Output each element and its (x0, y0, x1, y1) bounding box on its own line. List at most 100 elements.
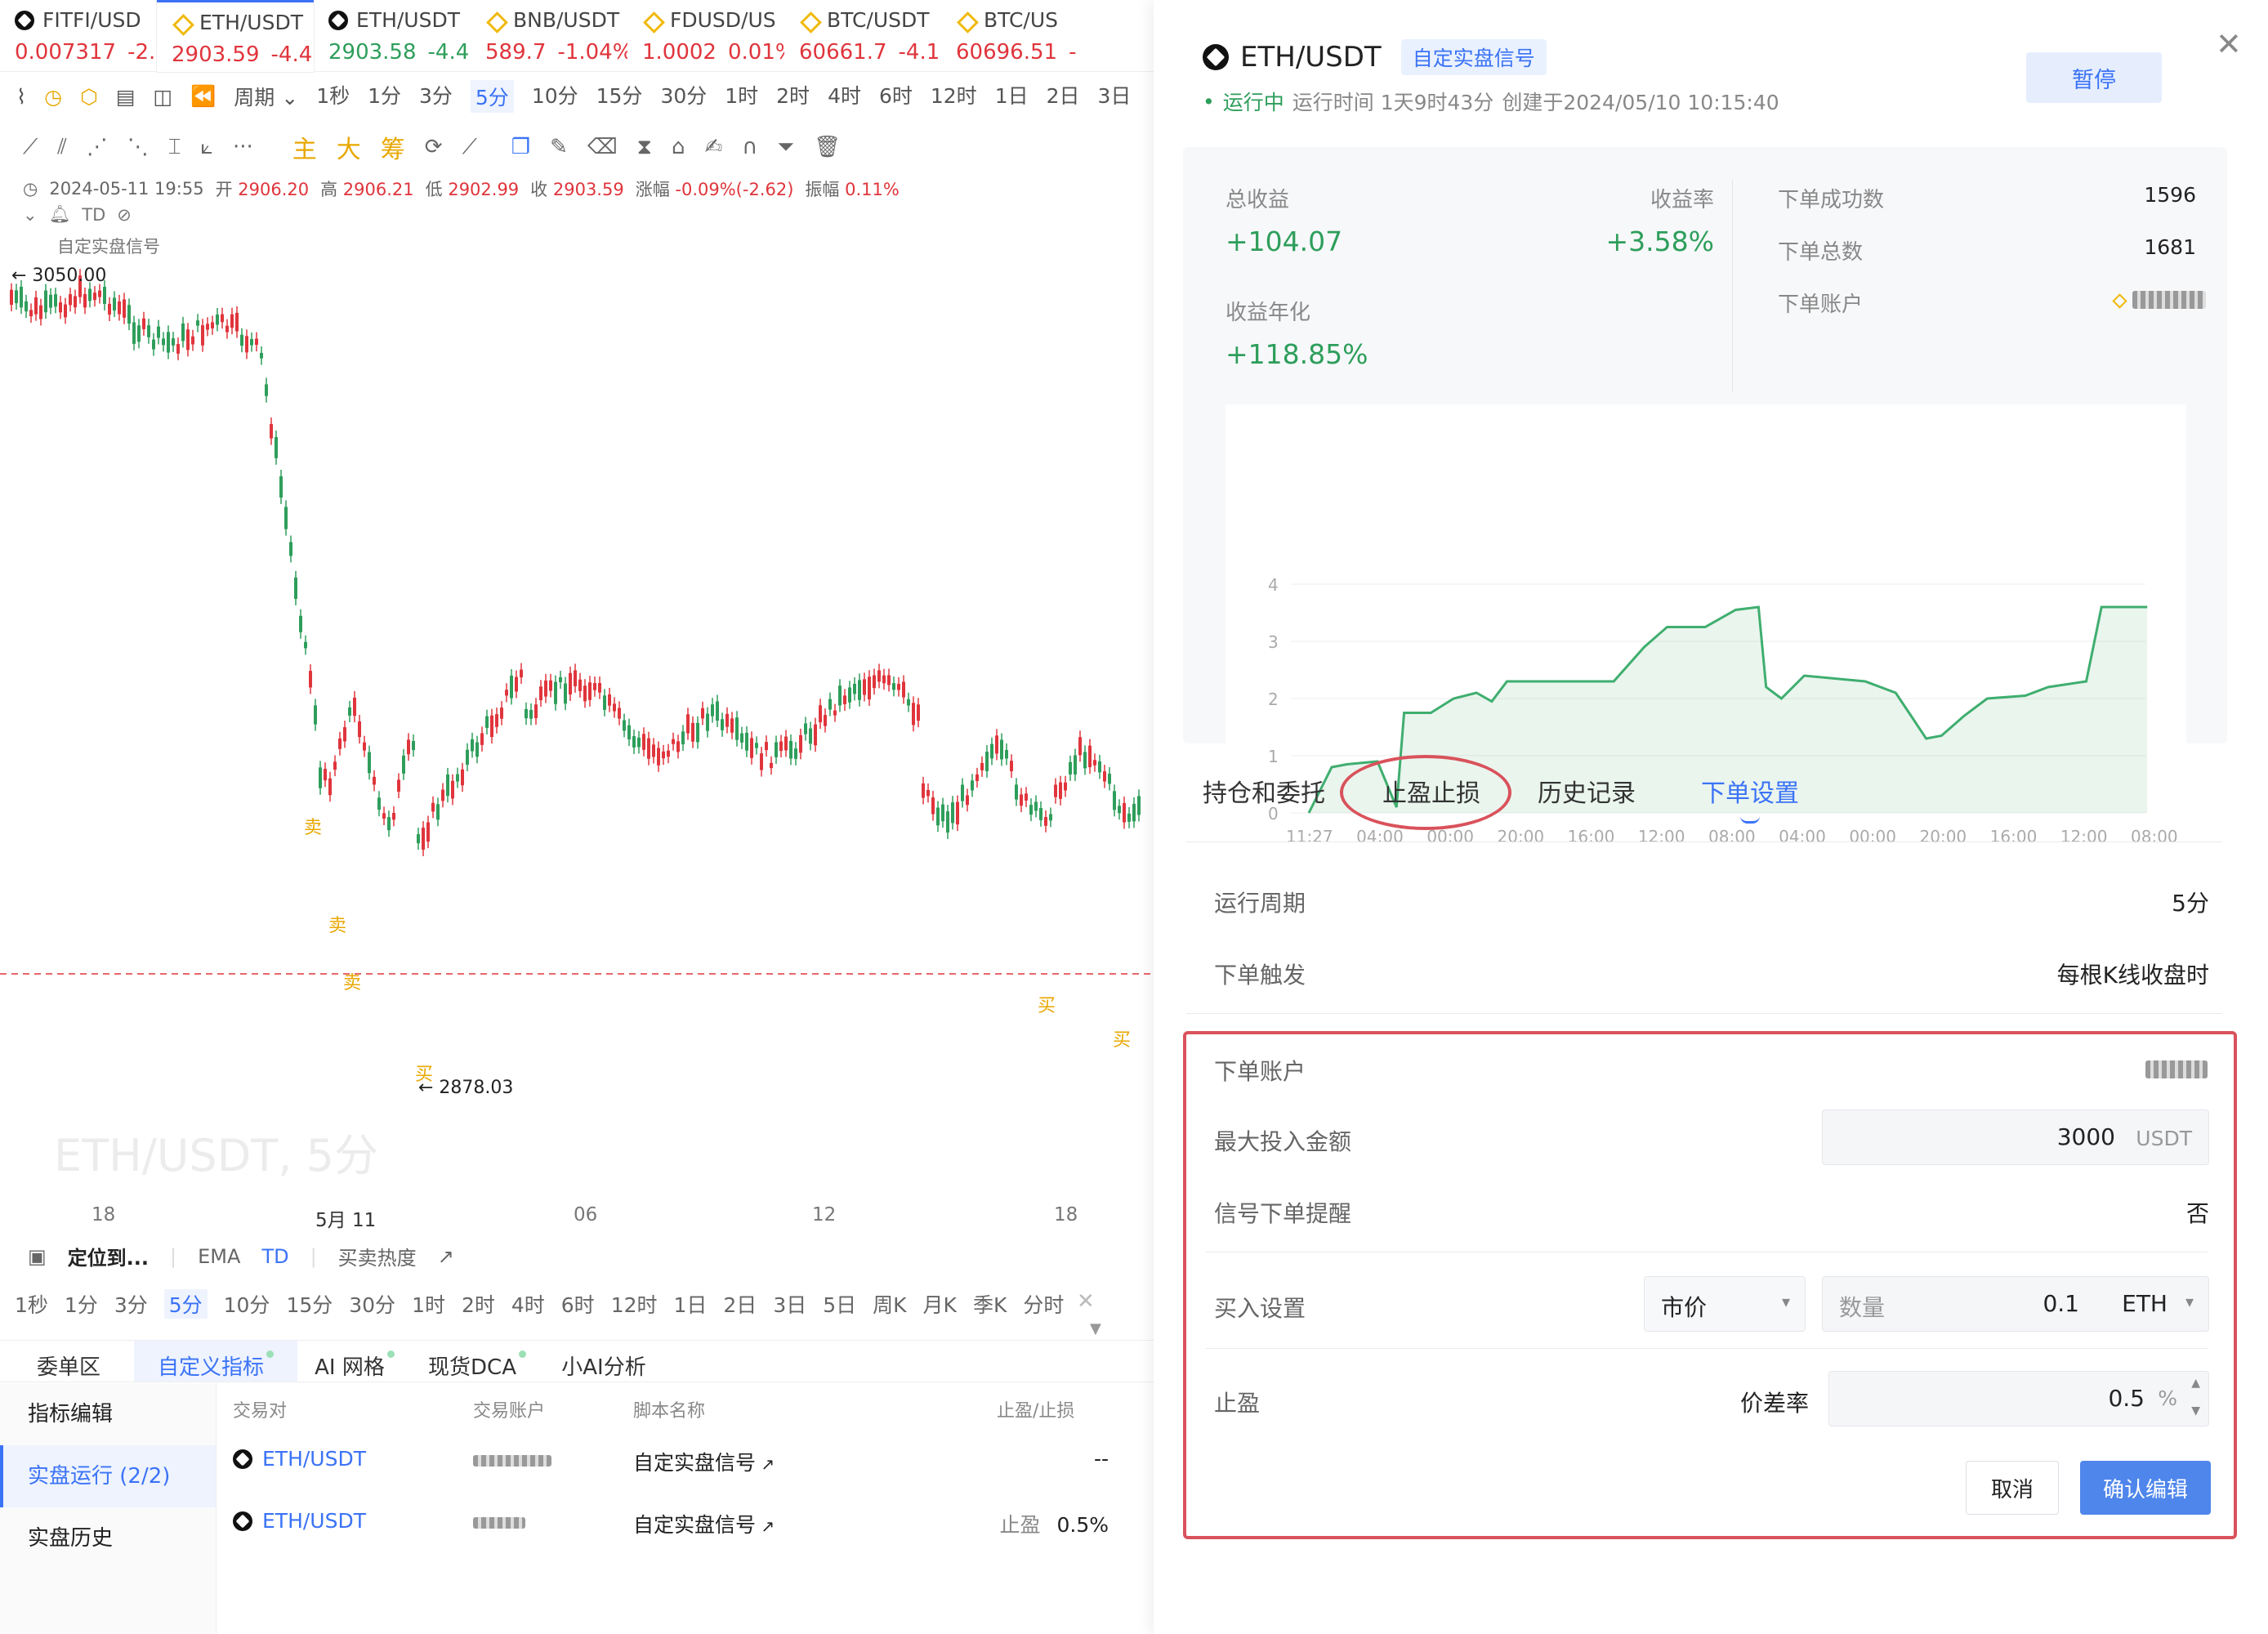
interval-8[interactable]: 2时 (776, 80, 810, 113)
fib-tool-icon[interactable]: ⋱ (127, 135, 149, 159)
interval-14[interactable]: 3日 (1098, 80, 1132, 113)
cancel-button[interactable]: 取消 (1966, 1461, 2059, 1515)
period-10[interactable]: 6时 (561, 1289, 595, 1319)
period-15[interactable]: 5日 (823, 1289, 856, 1319)
period-2[interactable]: 3分 (114, 1289, 148, 1319)
more-tools[interactable]: ··· (233, 135, 253, 159)
ema-toggle[interactable]: EMA (198, 1245, 240, 1268)
calendar-icon[interactable]: ▤ (116, 85, 136, 109)
period-13[interactable]: 2日 (723, 1289, 757, 1319)
interval-7[interactable]: 1时 (725, 80, 758, 113)
magnet-icon[interactable]: ∩ (742, 135, 757, 159)
stepper-up-icon[interactable]: ▲ (2191, 1377, 2200, 1390)
drawer-tab-3[interactable]: 下单设置 (1701, 773, 1799, 824)
td-toggle[interactable]: TD (261, 1245, 288, 1268)
side-item-0[interactable]: 指标编辑 (0, 1383, 216, 1445)
ray-tool-icon[interactable]: ⫽ (57, 135, 67, 160)
text-tool-icon[interactable]: ⌶ (168, 135, 181, 160)
ticker-tab[interactable]: BTC/US 60696.51- (941, 0, 1098, 72)
interval-1[interactable]: 1分 (368, 80, 401, 113)
interval-12[interactable]: 1日 (995, 80, 1029, 113)
quantity-input[interactable]: 数量 0.1 ETH ▾ (1822, 1276, 2209, 1332)
locate-button[interactable]: 定位到... (68, 1242, 149, 1270)
stepper-down-icon[interactable]: ▼ (2191, 1404, 2200, 1417)
bottom-tab-0[interactable]: 委单区 (3, 1341, 134, 1382)
period-8[interactable]: 2时 (462, 1289, 495, 1319)
pen-icon[interactable]: ✎ (550, 135, 568, 159)
interval-6[interactable]: 30分 (660, 80, 707, 113)
chart-type-icon[interactable]: ⌇ (16, 85, 26, 109)
tp-input[interactable]: 0.5 % ▲ ▼ (1828, 1371, 2209, 1426)
max-invest-input[interactable]: 3000 USDT (1822, 1109, 2209, 1165)
period-9[interactable]: 4时 (511, 1289, 545, 1319)
big-button[interactable]: 大 (337, 129, 361, 165)
channel-tool-icon[interactable]: ⋰ (87, 135, 108, 159)
period-1[interactable]: 1分 (65, 1289, 98, 1319)
bottom-tab-2[interactable]: AI 网格 (297, 1341, 412, 1382)
ticker-tab[interactable]: FITFI/USD0.007317-2.5 (0, 0, 157, 72)
line-tool-icon[interactable]: ⟋ (23, 135, 38, 160)
candles-icon[interactable]: ⧗ (637, 135, 652, 160)
period-4[interactable]: 10分 (224, 1289, 270, 1319)
drawer-tab-0[interactable]: 持仓和委托 (1203, 773, 1325, 809)
script-name[interactable]: 自定实盘信号 ↗ (633, 1509, 775, 1538)
filter-icon[interactable]: ⏷ (777, 135, 794, 160)
period-14[interactable]: 3日 (773, 1289, 806, 1319)
eraser-icon[interactable]: ⌫ (587, 135, 618, 159)
ticker-tab[interactable]: ETH/USDT2903.59-4.43% (157, 0, 314, 72)
layout-icon[interactable]: ◫ (154, 85, 173, 109)
brush-icon[interactable]: ⟋ (462, 135, 477, 160)
lock-icon[interactable]: ⌂ (672, 135, 685, 159)
ticker-tab[interactable]: FDUSD/US1.00020.01% (627, 0, 784, 72)
script-name[interactable]: 自定实盘信号 ↗ (633, 1447, 775, 1476)
period-3[interactable]: 5分 (163, 1289, 208, 1319)
side-item-2[interactable]: 实盘历史 (0, 1507, 216, 1569)
interval-4[interactable]: 10分 (532, 80, 578, 113)
note-icon[interactable]: ✍ (704, 135, 722, 159)
collapse-icon[interactable]: ⌄ (23, 205, 38, 225)
table-row-pair[interactable]: ETH/USDT (233, 1509, 366, 1533)
calendar-icon[interactable]: ▣ (28, 1245, 47, 1268)
bolt-icon[interactable]: ⬡ (80, 85, 98, 109)
ticker-tab[interactable]: ETH/USDT2903.58-4.42 (314, 0, 471, 72)
collapse-icon[interactable]: ▼ (1090, 1320, 1101, 1337)
heat-toggle[interactable]: 买卖热度 (338, 1242, 417, 1270)
period-11[interactable]: 12时 (611, 1289, 658, 1319)
rewind-icon[interactable]: ⏪ (190, 84, 216, 109)
period-16[interactable]: 周K (873, 1289, 906, 1319)
period-0[interactable]: 1秒 (15, 1289, 48, 1319)
candlestick-chart[interactable]: ← 3050.00← 2878.03卖卖卖买买买 (0, 245, 1154, 1193)
side-item-1[interactable]: 实盘运行 (2/2) (0, 1445, 216, 1507)
bell-icon[interactable]: 🔔︎ (49, 204, 71, 225)
period-dropdown[interactable]: 周期 ⌄ (234, 82, 298, 111)
close-periods-icon[interactable]: ✕ (1077, 1289, 1095, 1314)
interval-0[interactable]: 1秒 (316, 80, 350, 113)
period-6[interactable]: 30分 (349, 1289, 395, 1319)
clock-icon[interactable]: ◷ (44, 85, 62, 109)
drawer-tab-2[interactable]: 历史记录 (1538, 773, 1636, 809)
table-row-pair[interactable]: ETH/USDT (233, 1447, 366, 1471)
copy-icon[interactable]: ❐ (511, 135, 530, 159)
ticker-tab[interactable]: BTC/USDT 60661.7 -4.1 (784, 0, 941, 72)
period-18[interactable]: 季K (973, 1289, 1007, 1319)
interval-5[interactable]: 15分 (596, 80, 643, 113)
interval-9[interactable]: 4时 (828, 80, 861, 113)
bottom-tab-1[interactable]: 自定义指标 (134, 1341, 297, 1382)
interval-3[interactable]: 5分 (470, 80, 514, 113)
period-19[interactable]: 分时 (1023, 1289, 1064, 1319)
period-5[interactable]: 15分 (286, 1289, 333, 1319)
close-icon[interactable]: ✕ (2216, 26, 2242, 62)
interval-2[interactable]: 3分 (419, 80, 453, 113)
order-type-select[interactable]: 市价 ▾ (1644, 1276, 1806, 1332)
sync-icon[interactable]: ⟳ (425, 135, 443, 159)
main-button[interactable]: 主 (292, 129, 317, 165)
pause-button[interactable]: 暂停 (2026, 52, 2162, 103)
period-7[interactable]: 1时 (412, 1289, 445, 1319)
eye-off-icon[interactable]: ⊘ (117, 205, 132, 225)
chip-button[interactable]: 筹 (381, 129, 405, 165)
period-17[interactable]: 月K (923, 1289, 957, 1319)
trash-icon[interactable]: 🗑 (814, 135, 841, 159)
external-icon[interactable]: ↗ (438, 1245, 454, 1268)
measure-tool-icon[interactable]: ⟀ (200, 135, 213, 160)
confirm-edit-button[interactable]: 确认编辑 (2080, 1461, 2211, 1515)
